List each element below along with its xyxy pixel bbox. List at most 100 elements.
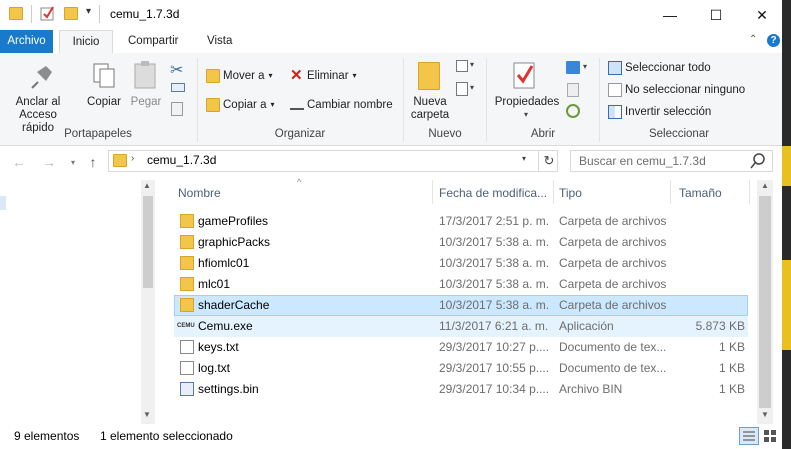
copy-button[interactable]: Copiar [84, 96, 124, 109]
file-size [674, 232, 745, 253]
paste-button[interactable]: Pegar [128, 96, 164, 109]
paste-shortcut-icon[interactable] [171, 102, 183, 116]
file-type: Carpeta de archivos [559, 235, 667, 249]
scroll-down-icon[interactable]: ▼ [143, 410, 151, 419]
file-row[interactable]: graphicPacks 10/3/2017 5:38 a. m. Carpet… [174, 232, 748, 253]
move-to-button[interactable]: Mover a ▾ [206, 67, 273, 85]
help-icon[interactable]: ? [767, 34, 780, 47]
new-item-icon[interactable] [456, 60, 468, 72]
column-divider[interactable] [670, 180, 671, 204]
navigation-pane[interactable] [0, 178, 155, 424]
group-label-seleccionar: Seleccionar [648, 128, 710, 140]
column-header-fecha[interactable]: Fecha de modifica... [439, 184, 547, 202]
invert-selection-button[interactable]: Invertir selección [608, 103, 711, 121]
select-none-icon [608, 83, 622, 97]
new-item-dropdown-icon[interactable]: ▾ [470, 60, 474, 69]
file-size: 5.873 KB [695, 319, 745, 333]
file-list-scrollbar-thumb[interactable] [759, 196, 771, 408]
up-arrow-icon[interactable]: ↑ [84, 153, 102, 171]
rename-button[interactable]: Cambiar nombre [290, 96, 393, 114]
sort-ascending-icon: ^ [297, 177, 302, 187]
file-date: 29/3/2017 10:27 p.... [439, 340, 550, 354]
easy-access-icon[interactable] [456, 82, 468, 96]
column-header-tamano[interactable]: Tamaño [679, 184, 722, 202]
file-date: 10/3/2017 5:38 a. m. [439, 298, 550, 312]
group-label-portapapeles: Portapapeles [64, 128, 132, 140]
edit-icon[interactable] [567, 83, 579, 97]
file-size [674, 253, 745, 274]
file-type: Aplicación [559, 319, 614, 333]
file-row[interactable]: hfiomlc01 10/3/2017 5:38 a. m. Carpeta d… [174, 253, 748, 274]
large-icons-view-icon[interactable] [762, 428, 778, 444]
new-folder-quick-access-icon[interactable] [64, 7, 78, 20]
file-size: 1 KB [718, 382, 745, 396]
back-arrow-icon[interactable]: ← [10, 153, 28, 171]
file-type: Archivo BIN [559, 382, 623, 396]
open-dropdown-icon[interactable]: ▾ [583, 62, 587, 71]
navigation-scrollbar-thumb[interactable] [143, 196, 153, 288]
select-all-button[interactable]: Seleccionar todo [608, 59, 711, 77]
tab-inicio[interactable]: Inicio [59, 30, 113, 55]
invert-selection-label: Invertir selección [625, 106, 712, 118]
breadcrumb-current[interactable]: cemu_1.7.3d [147, 153, 216, 167]
properties-button[interactable]: Propiedades [492, 96, 562, 109]
file-name: settings.bin [198, 382, 259, 396]
file-row[interactable]: log.txt 29/3/2017 10:55 p.... Documento … [174, 358, 748, 379]
maximize-button[interactable]: ☐ [693, 0, 739, 30]
group-label-abrir: Abrir [530, 128, 556, 140]
properties-quick-access-icon[interactable] [40, 5, 56, 21]
file-name: mlc01 [198, 277, 231, 291]
folder-icon [180, 235, 194, 249]
open-icon[interactable] [566, 61, 580, 74]
recent-locations-icon[interactable]: ▾ [64, 153, 82, 171]
minimize-button[interactable]: — [647, 0, 693, 30]
search-icon[interactable] [750, 151, 768, 171]
file-row-selected[interactable]: shaderCache 10/3/2017 5:38 a. m. Carpeta… [174, 295, 748, 316]
copy-to-label: Copiar a [223, 99, 267, 111]
tab-compartir[interactable]: Compartir [118, 30, 188, 53]
file-row-hover[interactable]: CEMU Cemu.exe 11/3/2017 6:21 a. m. Aplic… [174, 316, 748, 337]
collapse-ribbon-icon[interactable]: ⌃ [749, 34, 757, 45]
copy-path-icon[interactable] [171, 83, 185, 92]
forward-arrow-icon[interactable]: → [40, 153, 58, 171]
bin-file-icon [180, 382, 194, 396]
breadcrumb-chevron-icon[interactable]: › [131, 153, 134, 164]
refresh-icon[interactable]: ↻ [538, 151, 559, 171]
tab-vista[interactable]: Vista [197, 30, 242, 53]
customize-quick-access-icon[interactable]: ▾ [86, 6, 91, 17]
easy-access-dropdown-icon[interactable]: ▾ [470, 83, 474, 92]
copy-icon [92, 62, 118, 90]
file-type: Documento de tex... [559, 361, 667, 375]
address-dropdown-icon[interactable]: ▾ [522, 154, 526, 163]
column-divider[interactable] [749, 180, 750, 204]
scroll-down-icon[interactable]: ▼ [761, 410, 769, 419]
nav-pane-item[interactable] [0, 196, 6, 210]
new-folder-button[interactable]: Nueva carpeta [405, 96, 455, 122]
delete-button[interactable]: ✕ Eliminar ▾ [290, 67, 357, 85]
divider [31, 5, 32, 23]
cut-icon[interactable]: ✂ [170, 60, 183, 80]
status-selection: 1 elemento seleccionado [100, 429, 233, 443]
close-button[interactable]: ✕ [739, 0, 785, 30]
scroll-up-icon[interactable]: ▲ [761, 181, 769, 190]
select-none-button[interactable]: No seleccionar ninguno [608, 81, 745, 99]
history-icon[interactable] [566, 104, 580, 118]
tab-archivo[interactable]: Archivo [0, 30, 53, 53]
file-row[interactable]: gameProfiles 17/3/2017 2:51 p. m. Carpet… [174, 211, 748, 232]
file-size: 1 KB [718, 340, 745, 354]
file-row[interactable]: mlc01 10/3/2017 5:38 a. m. Carpeta de ar… [174, 274, 748, 295]
file-name: graphicPacks [198, 235, 271, 249]
column-header-nombre[interactable]: Nombre [178, 184, 221, 202]
scroll-up-icon[interactable]: ▲ [143, 181, 151, 190]
file-type: Carpeta de archivos [559, 214, 667, 228]
file-row[interactable]: settings.bin 29/3/2017 10:34 p.... Archi… [174, 379, 748, 400]
file-row[interactable]: keys.txt 29/3/2017 10:27 p.... Documento… [174, 337, 748, 358]
column-divider[interactable] [432, 180, 433, 204]
column-divider[interactable] [553, 180, 554, 204]
folder-icon [9, 7, 23, 20]
column-header-tipo[interactable]: Tipo [559, 184, 582, 202]
properties-dropdown-icon[interactable]: ▾ [524, 110, 528, 119]
status-item-count: 9 elementos [14, 429, 80, 443]
copy-to-button[interactable]: Copiar a ▾ [206, 96, 274, 114]
details-view-icon[interactable] [739, 427, 759, 445]
